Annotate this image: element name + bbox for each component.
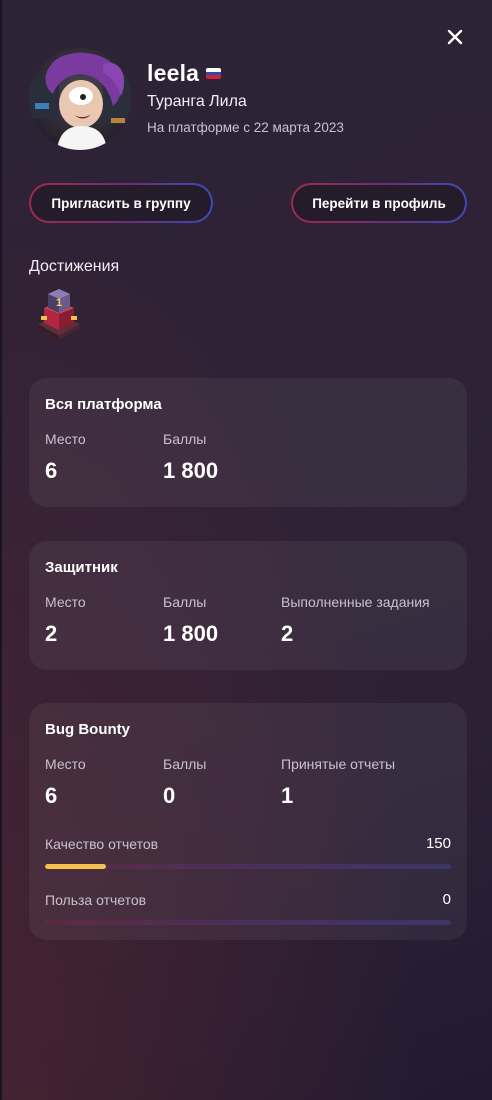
stat-label: Выполненные задания (281, 594, 430, 610)
invite-to-group-button[interactable]: Пригласить в группу (29, 183, 213, 223)
stats-row: Место 2 Баллы 1 800 Выполненные задания … (45, 594, 451, 647)
metric-value: 150 (425, 835, 451, 852)
metric-value: 0 (442, 891, 451, 908)
stat-label: Место (45, 431, 86, 447)
stat-place: Место 6 (45, 431, 86, 484)
username: leela (147, 60, 200, 86)
card-title: Bug Bounty (45, 721, 130, 738)
card-title: Защитник (45, 559, 118, 576)
stat-label: Место (45, 594, 86, 610)
metric-report-usefulness: Польза отчетов 0 (45, 891, 451, 925)
stat-points: Баллы 1 800 (163, 431, 218, 484)
stat-place: Место 2 (45, 594, 86, 647)
go-to-profile-button[interactable]: Перейти в профиль (291, 183, 467, 223)
card-platform: Вся платформа Место 6 Баллы 1 800 (29, 378, 467, 507)
stat-label: Принятые отчеты (281, 756, 396, 772)
metric-report-quality: Качество отчетов 150 (45, 835, 451, 869)
stat-points: Баллы 0 (163, 756, 206, 809)
stat-label: Баллы (163, 756, 207, 772)
stat-value: 2 (45, 621, 58, 646)
card-title: Вся платформа (45, 396, 162, 413)
stat-label: Место (45, 756, 86, 772)
avatar (29, 48, 131, 150)
stat-place: Место 6 (45, 756, 86, 809)
card-defender: Защитник Место 2 Баллы 1 800 Выполненные… (29, 541, 467, 670)
profile-header: leela Туранга Лила На платформе с 22 мар… (29, 48, 344, 150)
stat-value: 1 800 (163, 621, 219, 646)
stat-value: 6 (45, 458, 58, 483)
progress-track (45, 864, 451, 869)
stat-label: Баллы (163, 594, 207, 610)
stat-value: 0 (163, 783, 176, 808)
stat-value: 1 (281, 783, 294, 808)
rank-1-trophy-icon[interactable]: 1 (34, 286, 84, 340)
stat-accepted-reports: Принятые отчеты 1 (281, 756, 395, 809)
username-row: leela (147, 60, 344, 87)
full-name: Туранга Лила (147, 93, 247, 110)
close-icon[interactable] (442, 24, 468, 50)
user-profile-panel: leela Туранга Лила На платформе с 22 мар… (0, 0, 492, 1100)
stat-label: Баллы (163, 431, 207, 447)
stat-value: 2 (281, 621, 294, 646)
progress-fill (45, 864, 106, 869)
stat-completed-tasks: Выполненные задания 2 (281, 594, 430, 647)
metric-label: Польза отчетов (45, 891, 147, 908)
svg-text:1: 1 (56, 297, 62, 309)
stat-value: 1 800 (163, 458, 219, 483)
user-info: leela Туранга Лила На платформе с 22 мар… (147, 48, 344, 135)
achievements-title: Достижения (29, 258, 120, 275)
stats-row: Место 6 Баллы 0 Принятые отчеты 1 (45, 756, 451, 809)
russia-flag-icon (206, 68, 222, 79)
metric-label: Качество отчетов (45, 835, 159, 852)
member-since: На платформе с 22 марта 2023 (147, 120, 344, 135)
stat-value: 6 (45, 783, 58, 808)
stat-points: Баллы 1 800 (163, 594, 218, 647)
stats-row: Место 6 Баллы 1 800 (45, 431, 451, 484)
progress-track (45, 920, 451, 925)
card-bug-bounty: Bug Bounty Место 6 Баллы 0 Принятые отче… (29, 703, 467, 940)
